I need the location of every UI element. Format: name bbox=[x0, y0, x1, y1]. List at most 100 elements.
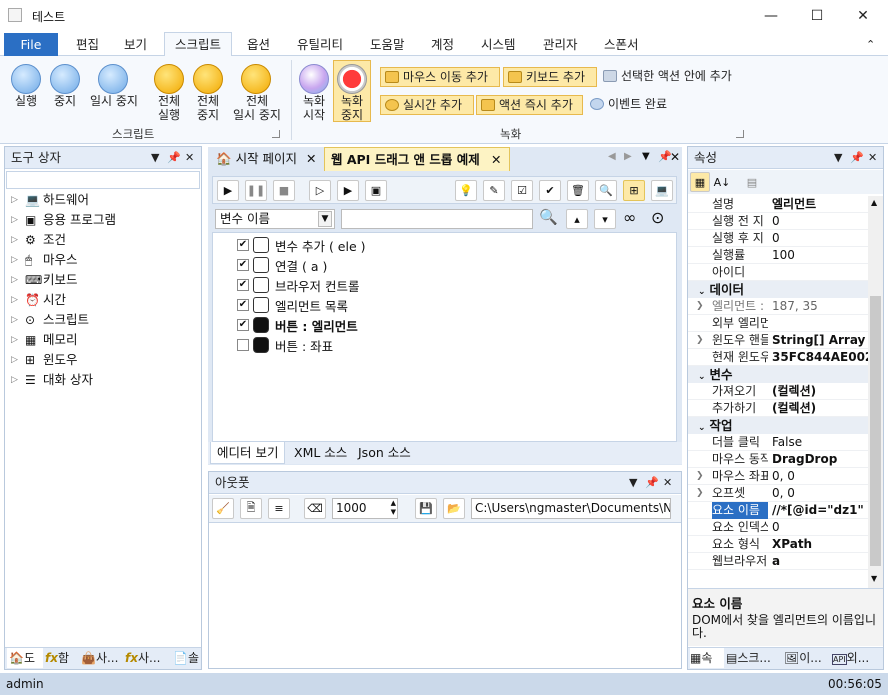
expand-arrow-icon[interactable]: ❯ bbox=[696, 298, 704, 315]
close-button[interactable]: ✕ bbox=[840, 0, 886, 32]
action-row[interactable]: ✔ 엘리먼트 목록 bbox=[237, 295, 348, 315]
property-row[interactable]: 더블 클릭 False bbox=[688, 434, 868, 451]
property-row[interactable]: 마우스 동작 DragDrop bbox=[688, 451, 868, 468]
action-checkbox[interactable]: ✔ bbox=[237, 239, 249, 251]
file-menu[interactable]: File bbox=[4, 33, 58, 56]
pause-icon[interactable] bbox=[98, 64, 128, 94]
menu-sponsor[interactable]: 스폰서 bbox=[604, 34, 639, 56]
play-frame-icon[interactable]: ▣ bbox=[365, 180, 387, 201]
new-doc-icon[interactable]: 🗎 bbox=[240, 498, 262, 519]
dropdown-icon[interactable]: ▼ bbox=[151, 147, 159, 168]
property-category[interactable]: ⌄ 변수 bbox=[688, 366, 868, 383]
toolbox-tab-functions[interactable]: fx함 bbox=[45, 648, 79, 668]
check-icon[interactable]: ✔ bbox=[539, 180, 561, 201]
property-category[interactable]: ⌄ 작업 bbox=[688, 417, 868, 434]
run-all-label-1[interactable]: 전체 bbox=[149, 94, 189, 108]
script-group-launcher-icon[interactable] bbox=[272, 130, 280, 138]
tab-json-source[interactable]: Json 소스 bbox=[352, 442, 417, 464]
stop-icon[interactable] bbox=[50, 64, 80, 94]
property-row[interactable]: 아이디 bbox=[688, 264, 868, 281]
property-row[interactable]: 실행 전 지 0 bbox=[688, 213, 868, 230]
property-value[interactable]: //*[@id="dz1" bbox=[772, 502, 868, 519]
expand-arrow-icon[interactable]: ▷ bbox=[11, 210, 19, 230]
property-value[interactable]: 0 bbox=[772, 519, 868, 536]
property-row[interactable]: 실행 후 지 0 bbox=[688, 230, 868, 247]
property-row[interactable]: 추가하기 (컬렉션) bbox=[688, 400, 868, 417]
toolbox-item-8[interactable]: ▷ ⊞ 윈도우 bbox=[11, 350, 78, 370]
dropdown-icon[interactable]: ▼ bbox=[834, 147, 842, 168]
toolbox-tab-user[interactable]: 👜사... bbox=[81, 648, 123, 668]
tab-script-explorer[interactable]: ▤스크... bbox=[726, 648, 782, 668]
chevron-down-icon[interactable]: ▼ bbox=[318, 211, 332, 227]
property-scrollbar[interactable]: ▲ ▼ bbox=[868, 196, 883, 588]
record-stop-label-2[interactable]: 중지 bbox=[332, 108, 372, 122]
menu-script[interactable]: 스크립트 bbox=[164, 32, 232, 57]
property-row[interactable]: ❯ 윈도우 핸들 String[] Array bbox=[688, 332, 868, 349]
expand-arrow-icon[interactable]: ▷ bbox=[11, 230, 19, 250]
maximize-button[interactable]: ☐ bbox=[794, 0, 840, 32]
variable-search-input[interactable] bbox=[341, 209, 533, 229]
property-value[interactable]: 0 bbox=[772, 230, 868, 247]
close-panel-icon[interactable]: ✕ bbox=[663, 472, 672, 493]
property-value[interactable]: DragDrop bbox=[772, 451, 868, 468]
play-box-icon[interactable]: ▶ bbox=[337, 180, 359, 201]
action-row[interactable]: ✔ 버튼 : 엘리먼트 bbox=[237, 315, 358, 335]
pin-icon[interactable]: 📌 bbox=[850, 147, 864, 168]
property-row[interactable]: 요소 인덱스 0 bbox=[688, 519, 868, 536]
record-stop-icon[interactable] bbox=[337, 64, 367, 94]
expand-arrow-icon[interactable]: ▷ bbox=[11, 290, 19, 310]
stop-icon[interactable]: ■ bbox=[273, 180, 295, 201]
property-value[interactable]: a bbox=[772, 553, 868, 570]
event-done-button[interactable]: 이벤트 완료 bbox=[586, 95, 678, 115]
scroll-down-icon[interactable]: ▼ bbox=[871, 574, 877, 583]
folder-icon[interactable]: 📂 bbox=[443, 498, 465, 519]
toolbox-tab-solution[interactable]: 📄솔 bbox=[173, 648, 201, 668]
scroll-left-icon[interactable]: ◀ bbox=[608, 151, 616, 162]
stop-all-icon[interactable] bbox=[193, 64, 223, 94]
scroll-right-icon[interactable]: ▶ bbox=[624, 151, 632, 162]
menu-help[interactable]: 도움말 bbox=[370, 34, 405, 56]
expand-arrow-icon[interactable]: ▷ bbox=[11, 370, 19, 390]
property-value[interactable]: 0 bbox=[772, 213, 868, 230]
variable-select[interactable]: 변수 이름 ▼ bbox=[215, 209, 335, 229]
toolbox-search-input[interactable] bbox=[6, 171, 200, 189]
action-checkbox[interactable]: ✔ bbox=[237, 299, 249, 311]
run-label[interactable]: 실행 bbox=[6, 94, 46, 108]
dropdown-icon[interactable]: ▼ bbox=[629, 472, 637, 493]
action-row[interactable]: ✔ 브라우저 컨트롤 bbox=[237, 275, 359, 295]
collapse-icon[interactable]: ⌄ bbox=[698, 287, 706, 297]
record-start-label-1[interactable]: 녹화 bbox=[294, 94, 334, 108]
pause-all-icon[interactable] bbox=[241, 64, 271, 94]
expand-arrow-icon[interactable]: ▷ bbox=[11, 310, 19, 330]
action-row[interactable]: 버튼 : 좌표 bbox=[237, 335, 333, 355]
property-value[interactable]: XPath bbox=[772, 536, 868, 553]
move-up-icon[interactable]: ▴ bbox=[566, 209, 588, 229]
close-panel-icon[interactable]: ✕ bbox=[185, 147, 194, 168]
property-value[interactable]: 100 bbox=[772, 247, 868, 264]
add-inside-selected-button[interactable]: 선택한 액션 안에 추가 bbox=[599, 67, 749, 87]
menu-system[interactable]: 시스템 bbox=[481, 34, 516, 56]
toolbox-item-6[interactable]: ▷ ⊙ 스크립트 bbox=[11, 310, 89, 330]
line-count-stepper[interactable]: 1000 ▲ ▼ bbox=[332, 498, 398, 519]
tab-start-page[interactable]: 🏠 시작 페이지 ✕ bbox=[210, 147, 324, 171]
run-icon[interactable] bbox=[11, 64, 41, 94]
tab-editor-view[interactable]: 에디터 보기 bbox=[210, 442, 286, 464]
close-tab-icon[interactable]: ✕ bbox=[491, 148, 501, 172]
menu-utility[interactable]: 유틸리티 bbox=[297, 34, 343, 56]
toolbox-tab-user-fx[interactable]: fx사... bbox=[125, 648, 171, 668]
action-checkbox[interactable]: ✔ bbox=[237, 319, 249, 331]
property-row[interactable]: 외부 엘리먼 bbox=[688, 315, 868, 332]
sort-az-icon[interactable]: A↓ bbox=[712, 172, 732, 192]
tab-external-api[interactable]: API외... bbox=[832, 648, 882, 668]
pin-icon[interactable]: 📌 bbox=[167, 147, 181, 168]
save-icon[interactable]: 💾 bbox=[415, 498, 437, 519]
add-mouse-move-button[interactable]: 마우스 이동 추가 bbox=[380, 67, 500, 87]
property-row[interactable]: 설명 엘리먼트 bbox=[688, 196, 868, 213]
add-realtime-button[interactable]: 실시간 추가 bbox=[380, 95, 474, 115]
tab-images[interactable]: 🖼이... bbox=[784, 648, 830, 668]
property-row[interactable]: ❯ 엘리먼트 : 187, 35 bbox=[688, 298, 868, 315]
close-panel-icon[interactable]: ✕ bbox=[868, 147, 877, 168]
pause-label[interactable]: 일시 중지 bbox=[84, 94, 144, 108]
record-stop-label-1[interactable]: 녹화 bbox=[332, 94, 372, 108]
dropdown-icon[interactable]: ▼ bbox=[642, 151, 650, 162]
